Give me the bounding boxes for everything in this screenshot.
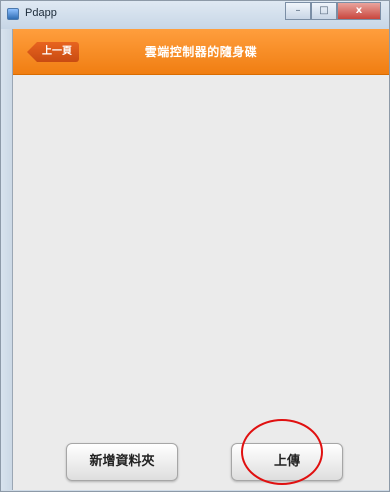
window-controls: – □ x [285, 2, 381, 20]
app-icon [7, 8, 19, 20]
window-title: Pdapp [25, 7, 57, 19]
file-list-area [13, 75, 389, 435]
close-icon[interactable]: x [337, 2, 381, 20]
app-window: Pdapp – □ x 上一頁 雲端控制器的隨身碟 新增資料夾 上傳 [0, 0, 390, 492]
left-frame-edge [1, 29, 12, 490]
window-titlebar[interactable]: Pdapp – □ x [1, 1, 389, 29]
app-frame: 上一頁 雲端控制器的隨身碟 新增資料夾 上傳 [12, 29, 389, 490]
minimize-icon[interactable]: – [285, 2, 311, 20]
upload-button[interactable]: 上傳 [231, 443, 343, 481]
maximize-icon[interactable]: □ [311, 2, 337, 20]
new-folder-button[interactable]: 新增資料夾 [66, 443, 178, 481]
page-title: 雲端控制器的隨身碟 [144, 45, 258, 59]
page-header: 上一頁 雲端控制器的隨身碟 [13, 29, 389, 75]
bottom-toolbar: 新增資料夾 上傳 [13, 435, 389, 490]
